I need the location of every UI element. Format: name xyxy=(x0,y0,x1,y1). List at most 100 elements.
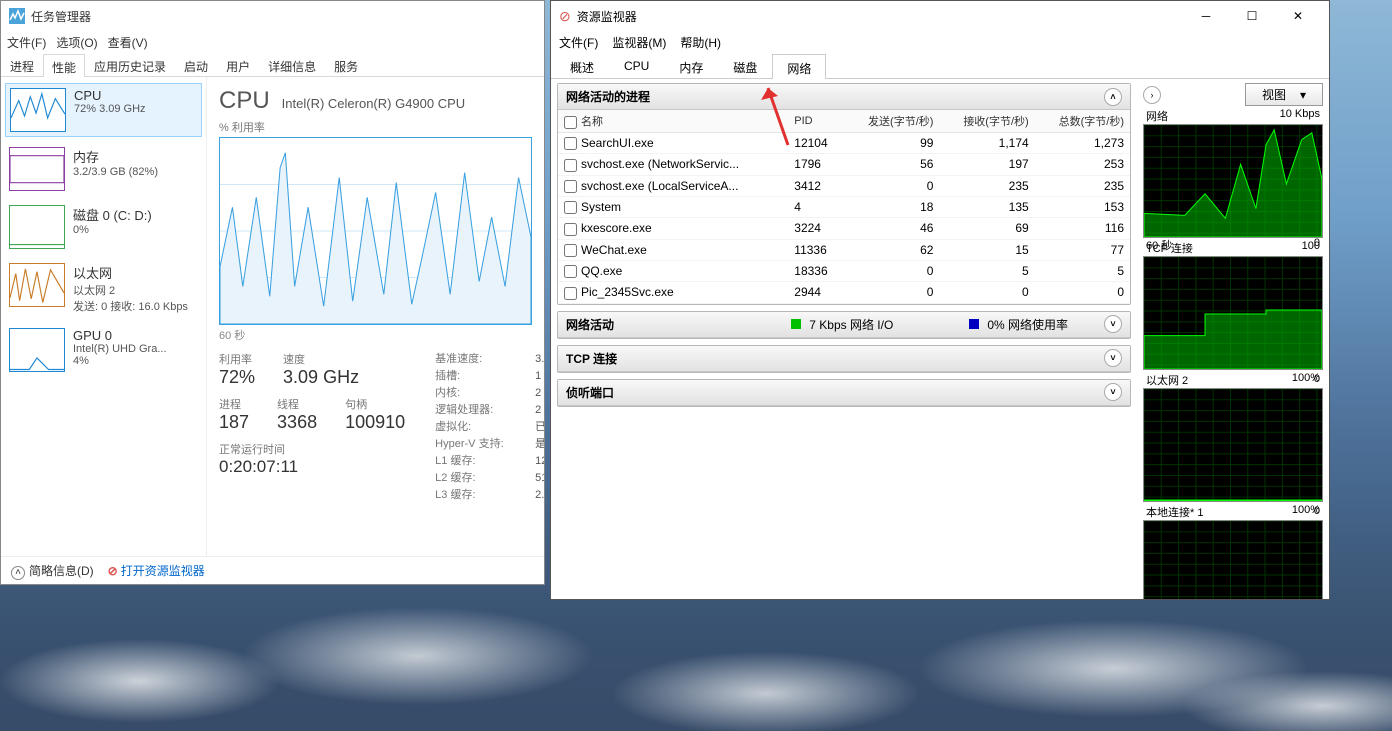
chevron-right-icon[interactable]: › xyxy=(1143,86,1161,104)
chevron-up-icon: ˄ xyxy=(11,566,25,580)
row-checkbox[interactable] xyxy=(564,159,577,172)
network-activity-panel: 网络活动 7 Kbps 网络 I/O 0% 网络使用率 ˅ xyxy=(557,311,1131,339)
cpu-details: 基准速度:3.1插槽:1内核:2逻辑处理器:2虚拟化:已Hyper-V 支持:是… xyxy=(435,351,544,504)
row-checkbox[interactable] xyxy=(564,265,577,278)
panel-title: TCP 连接 xyxy=(566,350,617,367)
maximize-button[interactable]: ☐ xyxy=(1229,1,1275,31)
stat-util-label: 利用率 xyxy=(219,351,255,367)
tm-tab-1[interactable]: 性能 xyxy=(43,54,85,77)
row-checkbox[interactable] xyxy=(564,201,577,214)
task-manager-window: 任务管理器 文件(F) 选项(O) 查看(V) 进程性能应用历史记录启动用户详细… xyxy=(0,0,545,585)
cpu-chart-xaxis: 60 秒 xyxy=(219,327,532,343)
rm-menubar: 文件(F) 监视器(M) 帮助(H) xyxy=(551,31,1329,53)
select-all-checkbox[interactable] xyxy=(564,116,577,129)
panel-title: 侦听端口 xyxy=(566,384,614,401)
sidebar-item-CPU[interactable]: CPU72% 3.09 GHz xyxy=(5,83,202,137)
sidebar-item-内存[interactable]: 内存3.2/3.9 GB (82%) xyxy=(5,143,202,195)
mini-chart-0: 网络10 Kbps60 秒0 xyxy=(1143,124,1323,238)
stat-handle-label: 句柄 xyxy=(345,396,405,412)
tcp-connections-panel: TCP 连接 ˅ xyxy=(557,345,1131,373)
tm-menu-view[interactable]: 查看(V) xyxy=(108,34,148,51)
rm-menu-monitor[interactable]: 监视器(M) xyxy=(612,34,666,51)
col-header[interactable]: 名称 xyxy=(558,110,788,133)
table-row[interactable]: svchost.exe (NetworkServic...17965619725… xyxy=(558,154,1130,175)
tm-tab-6[interactable]: 服务 xyxy=(325,53,367,76)
panel-title: 网络活动的进程 xyxy=(566,88,650,105)
rm-titlebar[interactable]: ⊘ 资源监视器 ─ ☐ ✕ xyxy=(551,1,1329,31)
rm-tab-内存[interactable]: 内存 xyxy=(664,53,718,78)
sidebar-item-以太网[interactable]: 以太网以太网 2发送: 0 接收: 16.0 Kbps xyxy=(5,259,202,318)
resource-monitor-window: ⊘ 资源监视器 ─ ☐ ✕ 文件(F) 监视器(M) 帮助(H) 概述CPU内存… xyxy=(550,0,1330,600)
tm-sidebar: CPU72% 3.09 GHz内存3.2/3.9 GB (82%)磁盘 0 (C… xyxy=(1,77,207,556)
panel-header[interactable]: TCP 连接 ˅ xyxy=(558,346,1130,372)
table-row[interactable]: SearchUI.exe12104991,1741,273 xyxy=(558,133,1130,154)
chevron-down-icon[interactable]: ˅ xyxy=(1104,349,1122,367)
stat-handle-value: 100910 xyxy=(345,412,405,433)
minimize-button[interactable]: ─ xyxy=(1183,1,1229,31)
process-table: 名称PID发送(字节/秒)接收(字节/秒)总数(字节/秒) SearchUI.e… xyxy=(558,110,1130,304)
view-button[interactable]: 视图▾ xyxy=(1245,83,1323,106)
chevron-up-icon[interactable]: ˄ xyxy=(1104,88,1122,106)
table-row[interactable]: WeChat.exe11336621577 xyxy=(558,239,1130,260)
rm-tab-概述[interactable]: 概述 xyxy=(555,53,609,78)
tm-menu-file[interactable]: 文件(F) xyxy=(7,34,46,51)
panel-header[interactable]: 侦听端口 ˅ xyxy=(558,380,1130,406)
panel-title: 网络活动 xyxy=(566,316,614,333)
cpu-name: Intel(R) Celeron(R) G4900 CPU xyxy=(282,96,466,111)
row-checkbox[interactable] xyxy=(564,137,577,150)
tm-tab-0[interactable]: 进程 xyxy=(1,53,43,76)
chevron-down-icon[interactable]: ˅ xyxy=(1104,315,1122,333)
rm-tab-磁盘[interactable]: 磁盘 xyxy=(718,53,772,78)
col-header[interactable]: 总数(字节/秒) xyxy=(1035,110,1130,133)
tm-tab-4[interactable]: 用户 xyxy=(217,53,259,76)
rm-tab-网络[interactable]: 网络 xyxy=(772,54,826,79)
tm-tab-5[interactable]: 详细信息 xyxy=(259,53,325,76)
row-checkbox[interactable] xyxy=(564,180,577,193)
chevron-down-icon[interactable]: ˅ xyxy=(1104,383,1122,401)
tm-tab-2[interactable]: 应用历史记录 xyxy=(85,53,175,76)
row-checkbox[interactable] xyxy=(564,287,577,300)
row-checkbox[interactable] xyxy=(564,223,577,236)
mini-chart-3: 本地连接* 1100% xyxy=(1143,520,1323,599)
tm-menu-options[interactable]: 选项(O) xyxy=(56,34,97,51)
legend-green-icon xyxy=(791,319,801,329)
stat-thread-label: 线程 xyxy=(277,396,317,412)
open-resource-monitor-link[interactable]: ⊘打开资源监视器 xyxy=(108,562,205,579)
listening-ports-panel: 侦听端口 ˅ xyxy=(557,379,1131,407)
col-header[interactable]: 发送(字节/秒) xyxy=(844,110,939,133)
rm-right-panel: › 视图▾ 网络10 Kbps60 秒0TCP 连接1000以太网 2100%0… xyxy=(1137,79,1329,599)
panel-header[interactable]: 网络活动的进程 ˄ xyxy=(558,84,1130,110)
fewer-details-button[interactable]: ˄简略信息(D) xyxy=(11,562,94,580)
mini-chart-1: TCP 连接1000 xyxy=(1143,256,1323,370)
table-row[interactable]: QQ.exe18336055 xyxy=(558,260,1130,281)
stat-util-value: 72% xyxy=(219,367,255,388)
tm-tab-3[interactable]: 启动 xyxy=(175,53,217,76)
rm-menu-help[interactable]: 帮助(H) xyxy=(680,34,721,51)
row-checkbox[interactable] xyxy=(564,244,577,257)
tm-titlebar[interactable]: 任务管理器 xyxy=(1,1,544,31)
legend-blue-icon xyxy=(969,319,979,329)
table-row[interactable]: Pic_2345Svc.exe2944000 xyxy=(558,282,1130,303)
tm-tabs: 进程性能应用历史记录启动用户详细信息服务 xyxy=(1,53,544,77)
rm-menu-file[interactable]: 文件(F) xyxy=(559,34,598,51)
stat-proc-label: 进程 xyxy=(219,396,249,412)
panel-header[interactable]: 网络活动 7 Kbps 网络 I/O 0% 网络使用率 ˅ xyxy=(558,312,1130,338)
table-row[interactable]: System418135153 xyxy=(558,196,1130,217)
tm-menubar: 文件(F) 选项(O) 查看(V) xyxy=(1,31,544,53)
rm-tab-CPU[interactable]: CPU xyxy=(609,53,664,78)
close-button[interactable]: ✕ xyxy=(1275,1,1321,31)
sidebar-item-磁盘 0 (C: D:)[interactable]: 磁盘 0 (C: D:)0% xyxy=(5,201,202,253)
util-label: % 利用率 xyxy=(219,119,532,135)
col-header[interactable]: PID xyxy=(788,110,844,133)
rm-title: 资源监视器 xyxy=(577,8,637,25)
sidebar-item-GPU 0[interactable]: GPU 0Intel(R) UHD Gra...4% xyxy=(5,324,202,376)
stat-speed-value: 3.09 GHz xyxy=(283,367,359,388)
table-row[interactable]: svchost.exe (LocalServiceA...34120235235 xyxy=(558,175,1130,196)
resource-monitor-icon: ⊘ xyxy=(559,8,571,25)
cpu-big-chart xyxy=(219,137,532,325)
table-row[interactable]: kxescore.exe32244669116 xyxy=(558,218,1130,239)
tm-main: CPU Intel(R) Celeron(R) G4900 CPU % 利用率 … xyxy=(207,77,544,556)
col-header[interactable]: 接收(字节/秒) xyxy=(939,110,1034,133)
use-label: 0% 网络使用率 xyxy=(987,316,1068,333)
dropdown-icon: ▾ xyxy=(1300,88,1306,102)
